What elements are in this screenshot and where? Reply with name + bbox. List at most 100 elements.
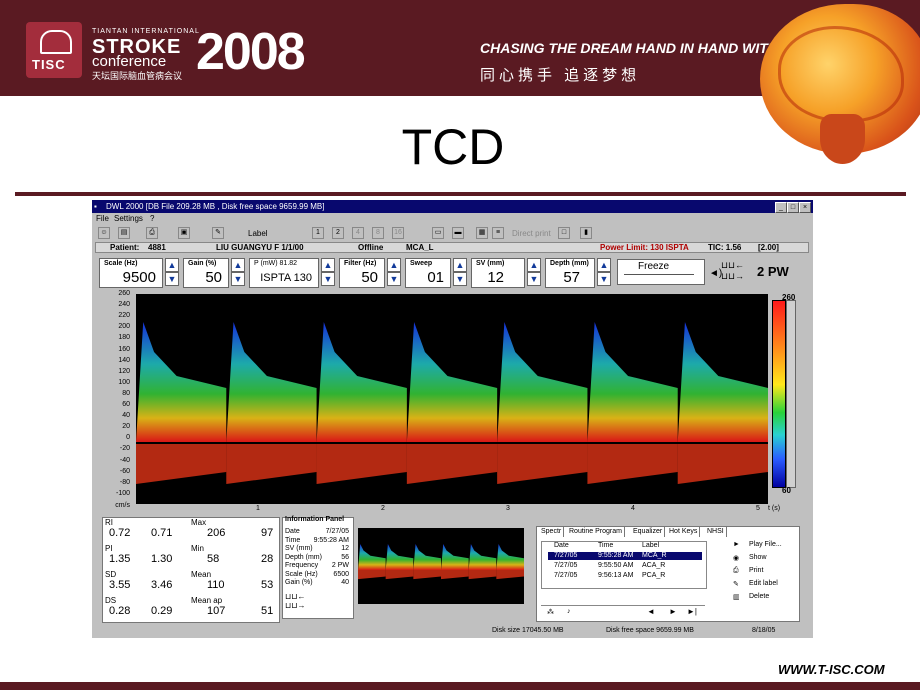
- scale-stepper[interactable]: ▲ ▼: [165, 258, 179, 288]
- table-cell[interactable]: 9:55:50 AM: [598, 562, 633, 569]
- toolbar-button-8[interactable]: 8: [372, 227, 384, 239]
- up-arrow-icon[interactable]: ▲: [321, 258, 335, 272]
- spectrogram-waveform: [136, 322, 768, 484]
- table-cell[interactable]: ACA_R: [642, 562, 665, 569]
- menu-file[interactable]: File: [96, 214, 109, 223]
- down-arrow-icon[interactable]: ▼: [527, 272, 541, 286]
- table-cell[interactable]: PCA_R: [642, 572, 665, 579]
- toolbar-button-1[interactable]: 1: [312, 227, 324, 239]
- tab-routine-program[interactable]: Routine Program: [567, 527, 625, 537]
- down-arrow-icon[interactable]: ▼: [387, 272, 401, 286]
- table-cell[interactable]: 7/27/05: [554, 552, 577, 559]
- bpm-icon[interactable]: ⁂: [547, 608, 554, 616]
- up-arrow-icon[interactable]: ▲: [527, 258, 541, 272]
- depth-field[interactable]: Depth (mm) 57: [545, 258, 595, 288]
- next-icon[interactable]: ►|: [687, 607, 697, 616]
- toolbar-button-4[interactable]: 4: [352, 227, 364, 239]
- tab-nhsi[interactable]: NHSI: [705, 527, 727, 537]
- probe-direction-icon[interactable]: ⊔⊔← ⊔⊔→: [285, 592, 305, 610]
- gain-stepper[interactable]: ▲ ▼: [231, 258, 245, 288]
- toolbar-button-2[interactable]: 2: [332, 227, 344, 239]
- tools-icon[interactable]: ✎: [212, 227, 224, 239]
- list-icon[interactable]: ≡: [492, 227, 504, 239]
- toolbar-button-16[interactable]: 16: [392, 227, 404, 239]
- down-arrow-icon[interactable]: ▼: [453, 272, 467, 286]
- new-file-icon[interactable]: □: [558, 227, 570, 239]
- maximize-button[interactable]: □: [787, 202, 799, 213]
- freeze-button[interactable]: Freeze: [617, 259, 705, 285]
- table-cell[interactable]: 7/27/05: [554, 572, 577, 579]
- book-icon[interactable]: ▮: [580, 227, 592, 239]
- window-titlebar: ▪ DWL 2000 [DB File 209.28 MB , Disk fre…: [92, 200, 813, 213]
- sv-label: SV (mm): [476, 260, 505, 267]
- audio-icon[interactable]: ♪: [567, 608, 571, 615]
- database-icon[interactable]: ▤: [118, 227, 130, 239]
- layout-icon[interactable]: ▭: [432, 227, 444, 239]
- down-arrow-icon[interactable]: ▼: [321, 272, 335, 286]
- save-icon[interactable]: ▣: [178, 227, 190, 239]
- play-icon[interactable]: ►: [669, 607, 677, 616]
- up-arrow-icon[interactable]: ▲: [597, 258, 611, 272]
- freeze-slider-track[interactable]: [624, 274, 694, 275]
- prev-icon[interactable]: ◄: [647, 607, 655, 616]
- menu-help[interactable]: ?: [150, 214, 154, 223]
- velocity-value-2: 53: [261, 579, 274, 591]
- color-scale-slider[interactable]: [786, 300, 796, 488]
- minimize-button[interactable]: _: [775, 202, 787, 213]
- status-bar: Disk size 17045.50 MB Disk free space 96…: [92, 625, 813, 638]
- patient-icon[interactable]: ☺: [98, 227, 110, 239]
- sweep-field[interactable]: Sweep 01: [405, 258, 451, 288]
- split-icon[interactable]: ▬: [452, 227, 464, 239]
- tab-hot-keys[interactable]: Hot Keys: [667, 527, 701, 537]
- velocity-name: Min: [191, 544, 204, 553]
- action-print[interactable]: Print: [749, 567, 763, 574]
- print-icon[interactable]: ⎙: [146, 227, 158, 239]
- table-cell[interactable]: 7/27/05: [554, 562, 577, 569]
- table-cell[interactable]: MCA_R: [642, 552, 667, 559]
- info-title: Information Panel: [285, 516, 345, 523]
- direct-print-button[interactable]: Direct print: [512, 229, 551, 238]
- x-tick-label: 1: [256, 505, 260, 512]
- depth-stepper[interactable]: ▲ ▼: [597, 258, 611, 288]
- tab-spectr[interactable]: Spectr: [539, 527, 565, 537]
- systolic-pulse: [406, 322, 498, 442]
- table-cell[interactable]: 9:56:13 AM: [598, 572, 633, 579]
- trash-icon: ▥: [733, 594, 740, 601]
- tab-equalizer[interactable]: Equalizer: [631, 527, 666, 537]
- grid-icon[interactable]: ▦: [476, 227, 488, 239]
- menu-settings[interactable]: Settings: [114, 214, 143, 223]
- filter-stepper[interactable]: ▲ ▼: [387, 258, 401, 288]
- up-arrow-icon[interactable]: ▲: [387, 258, 401, 272]
- velocity-axis: 260 240 220 200 180 160 140 120 100 80 60 40 20 0 -20-…: [92, 290, 132, 509]
- up-arrow-icon[interactable]: ▲: [165, 258, 179, 272]
- probe-direction-icon[interactable]: ⊔⊔← ⊔⊔→: [721, 260, 744, 282]
- down-arrow-icon[interactable]: ▼: [597, 272, 611, 286]
- index-value-2: 3.46: [151, 579, 173, 591]
- power-stepper[interactable]: ▲ ▼: [321, 258, 335, 288]
- action-show[interactable]: Show: [749, 554, 767, 561]
- sweep-stepper[interactable]: ▲ ▼: [453, 258, 467, 288]
- disk-free: Disk free space 9659.99 MB: [606, 627, 694, 634]
- menu-bar: File Settings ?: [92, 214, 813, 224]
- window-title: DWL 2000 [DB File 209.28 MB , Disk free …: [106, 202, 325, 211]
- sv-field[interactable]: SV (mm) 12: [471, 258, 525, 288]
- scale-field[interactable]: Scale (Hz) 9500: [99, 258, 163, 288]
- action-play-file[interactable]: Play File...: [749, 541, 782, 548]
- up-arrow-icon[interactable]: ▲: [453, 258, 467, 272]
- action-edit-label[interactable]: Edit label: [749, 580, 778, 587]
- label-button[interactable]: Label: [248, 229, 268, 238]
- conference-year: 2008: [196, 23, 306, 81]
- action-delete[interactable]: Delete: [749, 593, 769, 600]
- systolic-pulse: [587, 322, 678, 442]
- down-arrow-icon[interactable]: ▼: [165, 272, 179, 286]
- close-button[interactable]: ×: [799, 202, 811, 213]
- down-arrow-icon[interactable]: ▼: [231, 272, 245, 286]
- app-icon: ▪: [94, 202, 97, 211]
- up-arrow-icon[interactable]: ▲: [231, 258, 245, 272]
- filter-field[interactable]: Filter (Hz) 50: [339, 258, 385, 288]
- status-date: 8/18/05: [752, 627, 776, 634]
- sv-stepper[interactable]: ▲ ▼: [527, 258, 541, 288]
- power-field[interactable]: P (mW) 81.82 ISPTA 130: [249, 258, 319, 288]
- gain-field[interactable]: Gain (%) 50: [183, 258, 229, 288]
- table-cell[interactable]: 9:55:28 AM: [598, 552, 633, 559]
